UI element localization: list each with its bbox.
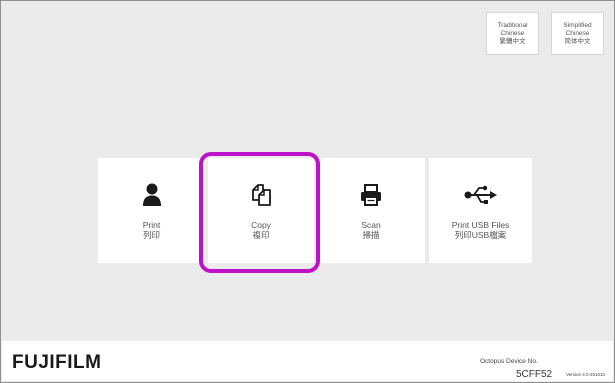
lang-label-line1: Traditional: [497, 21, 528, 29]
usb-icon: [464, 183, 498, 207]
device-number-label: Octopus Device No.: [480, 358, 538, 365]
lang-label-line3: 简体中文: [564, 37, 591, 45]
copy-highlight-outline: [199, 152, 320, 273]
scan-tile[interactable]: Scan 掃描: [317, 158, 425, 263]
simplified-chinese-button[interactable]: Simplified Chinese 简体中文: [551, 12, 604, 55]
print-label-zh: 列印: [142, 230, 160, 240]
fujifilm-logo: FUJIFILM: [12, 352, 102, 373]
print-usb-files-label: Print USB Files: [451, 220, 510, 230]
scan-label: Scan: [361, 220, 381, 230]
print-usb-files-tile[interactable]: Print USB Files 列印USB檔案: [429, 158, 532, 263]
scan-label-zh: 掃描: [362, 230, 380, 240]
traditional-chinese-button[interactable]: Traditional Chinese 繁體中文: [486, 12, 539, 55]
person-icon: [142, 183, 162, 207]
lang-label-line2: Chinese: [500, 29, 525, 37]
printer-icon: [360, 183, 382, 207]
print-usb-files-label-zh: 列印USB檔案: [454, 230, 507, 240]
version-text: Version 4.0-251010: [566, 372, 606, 377]
print-label: Print: [142, 220, 161, 230]
lang-label-line1: Simplified: [563, 21, 592, 29]
print-tile[interactable]: Print 列印: [98, 158, 205, 263]
lang-label-line3: 繁體中文: [499, 37, 526, 45]
device-number: 5CFF52: [516, 369, 553, 380]
kiosk-screen: Traditional Chinese 繁體中文 Simplified Chin…: [0, 0, 615, 383]
lang-label-line2: Chinese: [565, 29, 590, 37]
